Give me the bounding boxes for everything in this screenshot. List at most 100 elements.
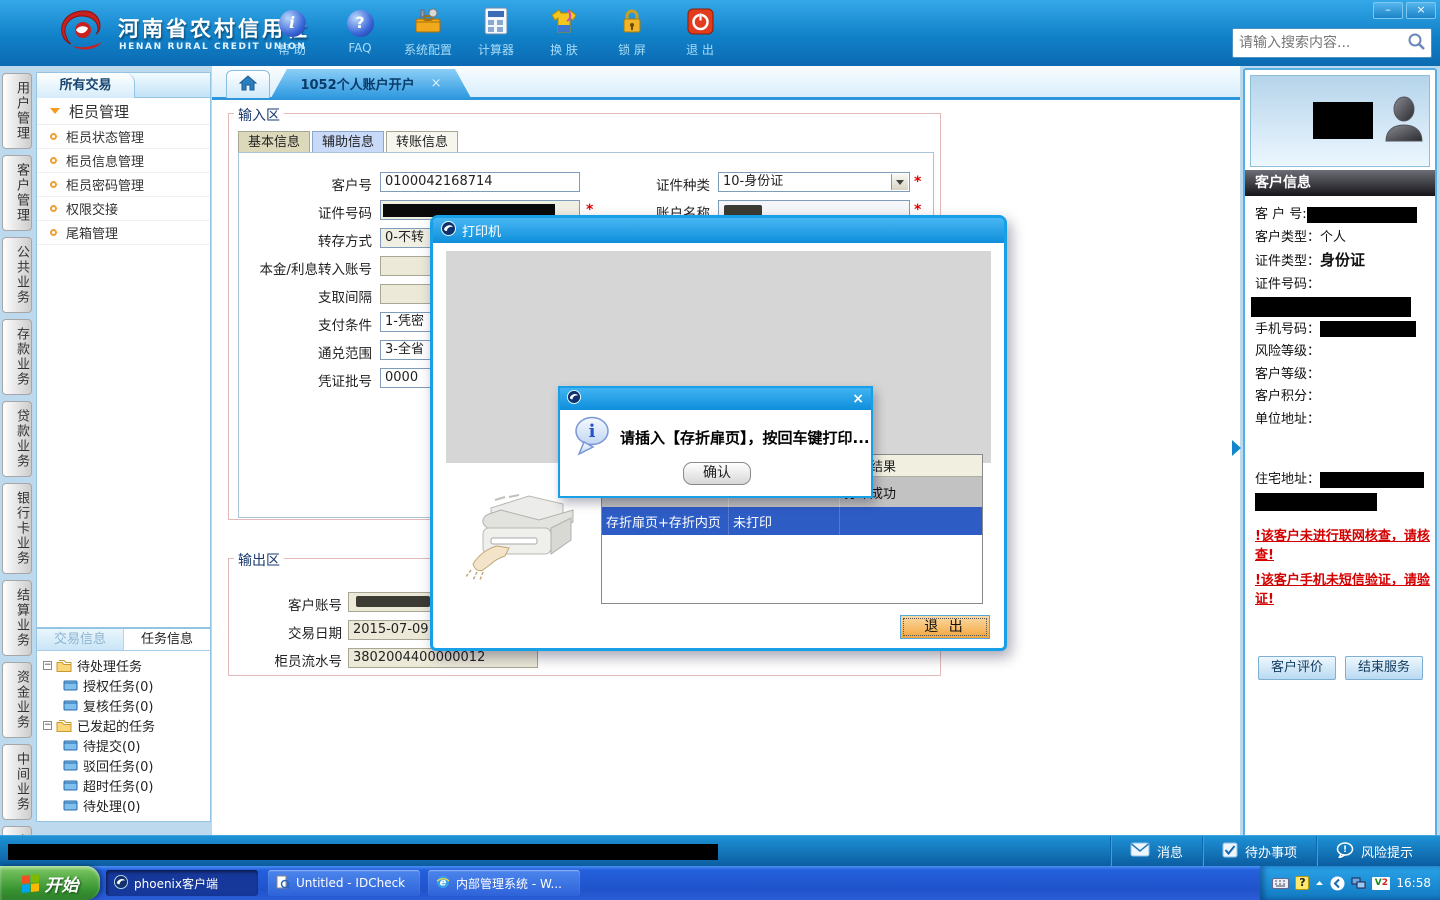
tree-node-initiated-tasks[interactable]: − 已发起的任务	[37, 715, 210, 735]
dialog-close-icon[interactable]: ×	[852, 391, 864, 407]
chevron-down-icon[interactable]	[891, 174, 908, 190]
tab-trade-info[interactable]: 交易信息	[37, 629, 124, 650]
id-type-select[interactable]: 10-身份证	[718, 172, 910, 192]
lock-screen-button[interactable]: 锁 屏	[598, 7, 666, 58]
faq-button[interactable]: ? FAQ	[326, 7, 394, 58]
lock-icon	[620, 7, 644, 39]
folder-icon	[63, 779, 78, 791]
sidebar-item-user-mgmt[interactable]: 用户管理	[2, 73, 32, 149]
sidebar-item-public-biz[interactable]: 公共业务	[2, 237, 32, 313]
back-circle-icon[interactable]	[1330, 876, 1345, 891]
warning-sms-verify[interactable]: !该客户手机未短信验证，请验证!	[1255, 571, 1431, 609]
points-row: 客户积分：	[1255, 389, 1321, 404]
taskbar-task-idcheck[interactable]: Untitled - IDCheck	[268, 870, 420, 896]
tab-task-info[interactable]: 任务信息	[124, 629, 210, 650]
sidebar-item-funds-biz[interactable]: 资金业务	[2, 662, 32, 738]
redaction-bar	[8, 844, 718, 860]
nav-item-cashbox-mgmt[interactable]: 尾箱管理	[37, 221, 210, 245]
folder-icon	[63, 799, 78, 811]
all-transactions-tab[interactable]: 所有交易	[37, 73, 135, 98]
tab-close-icon[interactable]: ×	[431, 76, 442, 91]
customer-panel-buttons: 客户评价 结束服务	[1258, 656, 1423, 680]
globe-icon	[114, 874, 128, 892]
message-dialog: × i 请插入【存折扉页】，按回车键打印... 确认	[558, 386, 873, 498]
calculator-button[interactable]: 计算器	[462, 7, 530, 58]
sidebar-item-bankcard-biz[interactable]: 银行卡业务	[2, 483, 32, 574]
field-label: 凭证批号	[318, 374, 372, 390]
search-box	[1232, 28, 1432, 58]
tree-node-auth-tasks[interactable]: 授权任务(0)	[37, 675, 210, 695]
tab-transfer-info[interactable]: 转账信息	[386, 131, 459, 153]
tree-node-to-submit[interactable]: 待提交(0)	[37, 735, 210, 755]
sidebar-item-customer-mgmt[interactable]: 客户管理	[2, 155, 32, 231]
start-button[interactable]: 开始	[0, 866, 100, 900]
network-icon[interactable]	[1351, 877, 1366, 890]
teller-mgmt-group[interactable]: 柜员管理	[37, 98, 210, 125]
windows-logo-icon	[21, 873, 39, 893]
panel-collapse-arrow[interactable]	[1232, 440, 1241, 456]
change-skin-button[interactable]: 换 肤	[530, 7, 598, 58]
todo-button[interactable]: 待办事项	[1201, 836, 1316, 867]
messages-button[interactable]: 消息	[1109, 836, 1202, 867]
toolbox-icon	[413, 7, 443, 39]
window-controls: – ×	[1373, 2, 1436, 19]
taskbar-task-phoenix[interactable]: phoenix客户端	[106, 870, 258, 896]
risk-tip-button[interactable]: ! 风险提示	[1315, 836, 1432, 867]
home-tab[interactable]	[226, 70, 270, 98]
sidebar-item-loan-biz[interactable]: 贷款业务	[2, 401, 32, 477]
svg-text:i: i	[589, 421, 596, 442]
end-service-button[interactable]: 结束服务	[1345, 656, 1423, 680]
sidebar-item-settlement-biz[interactable]: 结算业务	[2, 580, 32, 656]
search-icon[interactable]	[1407, 32, 1431, 55]
folder-icon	[56, 659, 72, 672]
tree-node-to-handle[interactable]: 待处理(0)	[37, 795, 210, 815]
field-label: 转存方式	[318, 234, 372, 250]
speech-bubble-icon: !	[1336, 841, 1354, 862]
info-balloon-icon: i	[573, 416, 611, 462]
calculator-icon	[483, 7, 509, 39]
nav-item-teller-status[interactable]: 柜员状态管理	[37, 125, 210, 149]
folder-icon	[56, 719, 72, 732]
tree-node-overtime[interactable]: 超时任务(0)	[37, 775, 210, 795]
customer-fields: 客 户 号: 客户类型：个人 证件类型：身份证 证件号码： 手机号码： 风险等级…	[1251, 204, 1431, 609]
nav-item-teller-password[interactable]: 柜员密码管理	[37, 173, 210, 197]
confirm-button[interactable]: 确认	[683, 462, 751, 485]
nav-item-permission-handover[interactable]: 权限交接	[37, 197, 210, 221]
magnifier-doc-icon	[276, 875, 291, 892]
sidebar-item-deposit-biz[interactable]: 存款业务	[2, 319, 32, 395]
nav-item-teller-info[interactable]: 柜员信息管理	[37, 149, 210, 173]
keyboard-icon[interactable]	[1272, 877, 1290, 889]
antivirus-icon[interactable]: V2	[1372, 876, 1391, 890]
customer-no-input[interactable]: 0100042168714	[380, 172, 580, 192]
printer-dialog-titlebar[interactable]: 打印机	[433, 218, 1004, 243]
help-tray-icon[interactable]: ?	[1295, 876, 1310, 890]
message-dialog-titlebar[interactable]: ×	[560, 388, 871, 410]
customer-evaluate-button[interactable]: 客户评价	[1258, 656, 1336, 680]
minimize-button[interactable]: –	[1373, 2, 1403, 19]
sidebar-item-intermediate-biz[interactable]: 中间业务	[2, 744, 32, 820]
collapse-icon[interactable]: −	[43, 660, 52, 670]
expand-tray-icon[interactable]	[1315, 879, 1324, 888]
tab-basic-info[interactable]: 基本信息	[238, 131, 311, 153]
folder-icon	[63, 679, 78, 691]
tab-1052-personal-account[interactable]: 1052个人账户开户 ×	[271, 69, 471, 98]
system-config-button[interactable]: 系统配置	[394, 7, 462, 58]
business-category-tabs: 用户管理 客户管理 公共业务 存款业务 贷款业务 银行卡业务 结算业务 资金业务…	[2, 73, 34, 900]
close-button[interactable]: ×	[1406, 2, 1436, 19]
system-tray: ? V2 16:58	[1260, 866, 1440, 900]
home-icon	[238, 74, 258, 95]
redaction-bar	[1251, 296, 1411, 317]
printer-exit-button[interactable]: 退 出	[900, 615, 990, 639]
id-no-label-row: 证件号码：	[1255, 276, 1321, 292]
tab-auxiliary-info[interactable]: 辅助信息	[312, 131, 385, 153]
taskbar-task-internal-system[interactable]: e 内部管理系统 - W...	[428, 870, 580, 896]
tree-node-review-tasks[interactable]: 复核任务(0)	[37, 695, 210, 715]
collapse-icon[interactable]: −	[43, 720, 52, 730]
warning-network-check[interactable]: !该客户未进行联网核查，请核查!	[1255, 527, 1431, 565]
help-button[interactable]: i 帮 助	[258, 7, 326, 58]
tree-node-rejected[interactable]: 驳回任务(0)	[37, 755, 210, 775]
exit-button[interactable]: 退 出	[666, 7, 734, 58]
tree-node-pending-tasks[interactable]: − 待处理任务	[37, 655, 210, 675]
print-row-selected[interactable]: 存折扉页+存折内页 未打印	[602, 507, 982, 535]
search-input[interactable]	[1233, 35, 1407, 51]
